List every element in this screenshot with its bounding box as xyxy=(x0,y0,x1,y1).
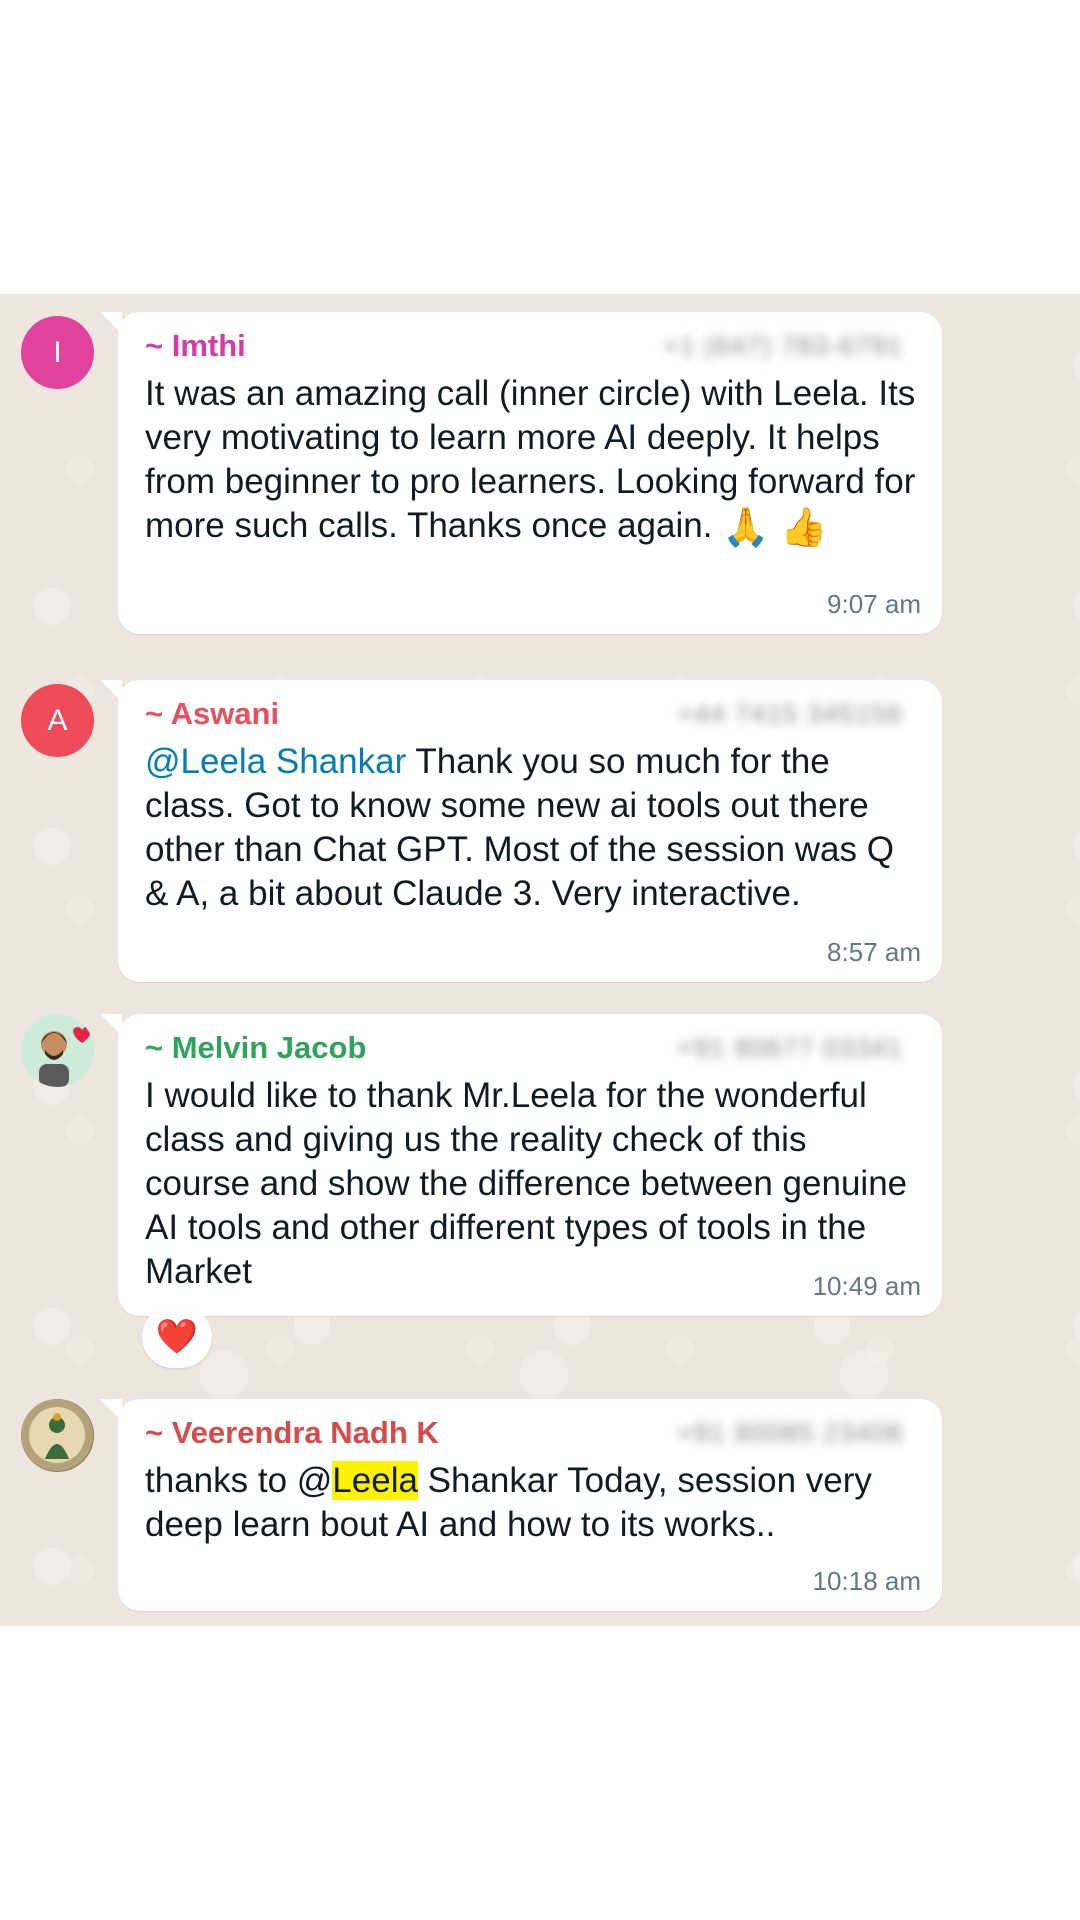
highlighted-mention[interactable]: Leela xyxy=(332,1461,418,1500)
sender-phone: +1 (647) 783-6791 xyxy=(663,330,903,361)
sender-name[interactable]: ~ Veerendra Nadh K xyxy=(145,1415,439,1451)
sender-name[interactable]: ~ Aswani xyxy=(145,696,279,732)
emoji-pray-thumbs-icon: 🙏 👍 xyxy=(722,506,828,549)
message-time: 10:18 am xyxy=(812,1566,921,1596)
message-bubble[interactable]: ~ Veerendra Nadh K +91 80085 23408 thank… xyxy=(100,1399,942,1611)
sender-phone: +44 7415 345156 xyxy=(677,698,903,729)
avatar-letter: A xyxy=(47,703,68,737)
avatar-letter: I xyxy=(53,335,62,369)
memoji-avatar-icon[interactable] xyxy=(21,1014,94,1087)
avatar[interactable]: A xyxy=(21,684,94,757)
heart-reaction[interactable]: ❤️ xyxy=(142,1306,212,1368)
message-text: It was an amazing call (inner circle) wi… xyxy=(145,374,926,549)
message-bubble[interactable]: ~ Aswani +44 7415 345156 @Leela Shankar … xyxy=(100,680,942,982)
message-bubble[interactable]: ~ Imthi +1 (647) 783-6791 It was an amaz… xyxy=(100,312,942,634)
sender-phone: +91 80677 03341 xyxy=(677,1032,903,1063)
avatar[interactable]: I xyxy=(21,316,94,389)
message-text: thanks to @Leela Shankar Today, session … xyxy=(145,1461,882,1544)
message-text: I would like to thank Mr.Leela for the w… xyxy=(145,1076,915,1291)
message-text: @Leela Shankar Thank you so much for the… xyxy=(145,742,904,913)
mention-link[interactable]: @Leela Shankar xyxy=(145,742,406,781)
sender-phone: +91 80085 23408 xyxy=(677,1417,903,1448)
message-time: 10:49 am xyxy=(812,1271,921,1301)
message-time: 9:07 am xyxy=(827,589,921,619)
sender-name[interactable]: ~ Melvin Jacob xyxy=(145,1030,366,1066)
sender-name[interactable]: ~ Imthi xyxy=(145,328,246,364)
chat-panel: I ~ Imthi +1 (647) 783-6791 It was an am… xyxy=(0,294,1080,1626)
deity-portrait-icon[interactable] xyxy=(21,1399,94,1472)
message-time: 8:57 am xyxy=(827,937,921,967)
heart-icon: ❤️ xyxy=(155,1318,199,1356)
message-bubble[interactable]: ~ Melvin Jacob +91 80677 03341 I would l… xyxy=(100,1014,942,1316)
